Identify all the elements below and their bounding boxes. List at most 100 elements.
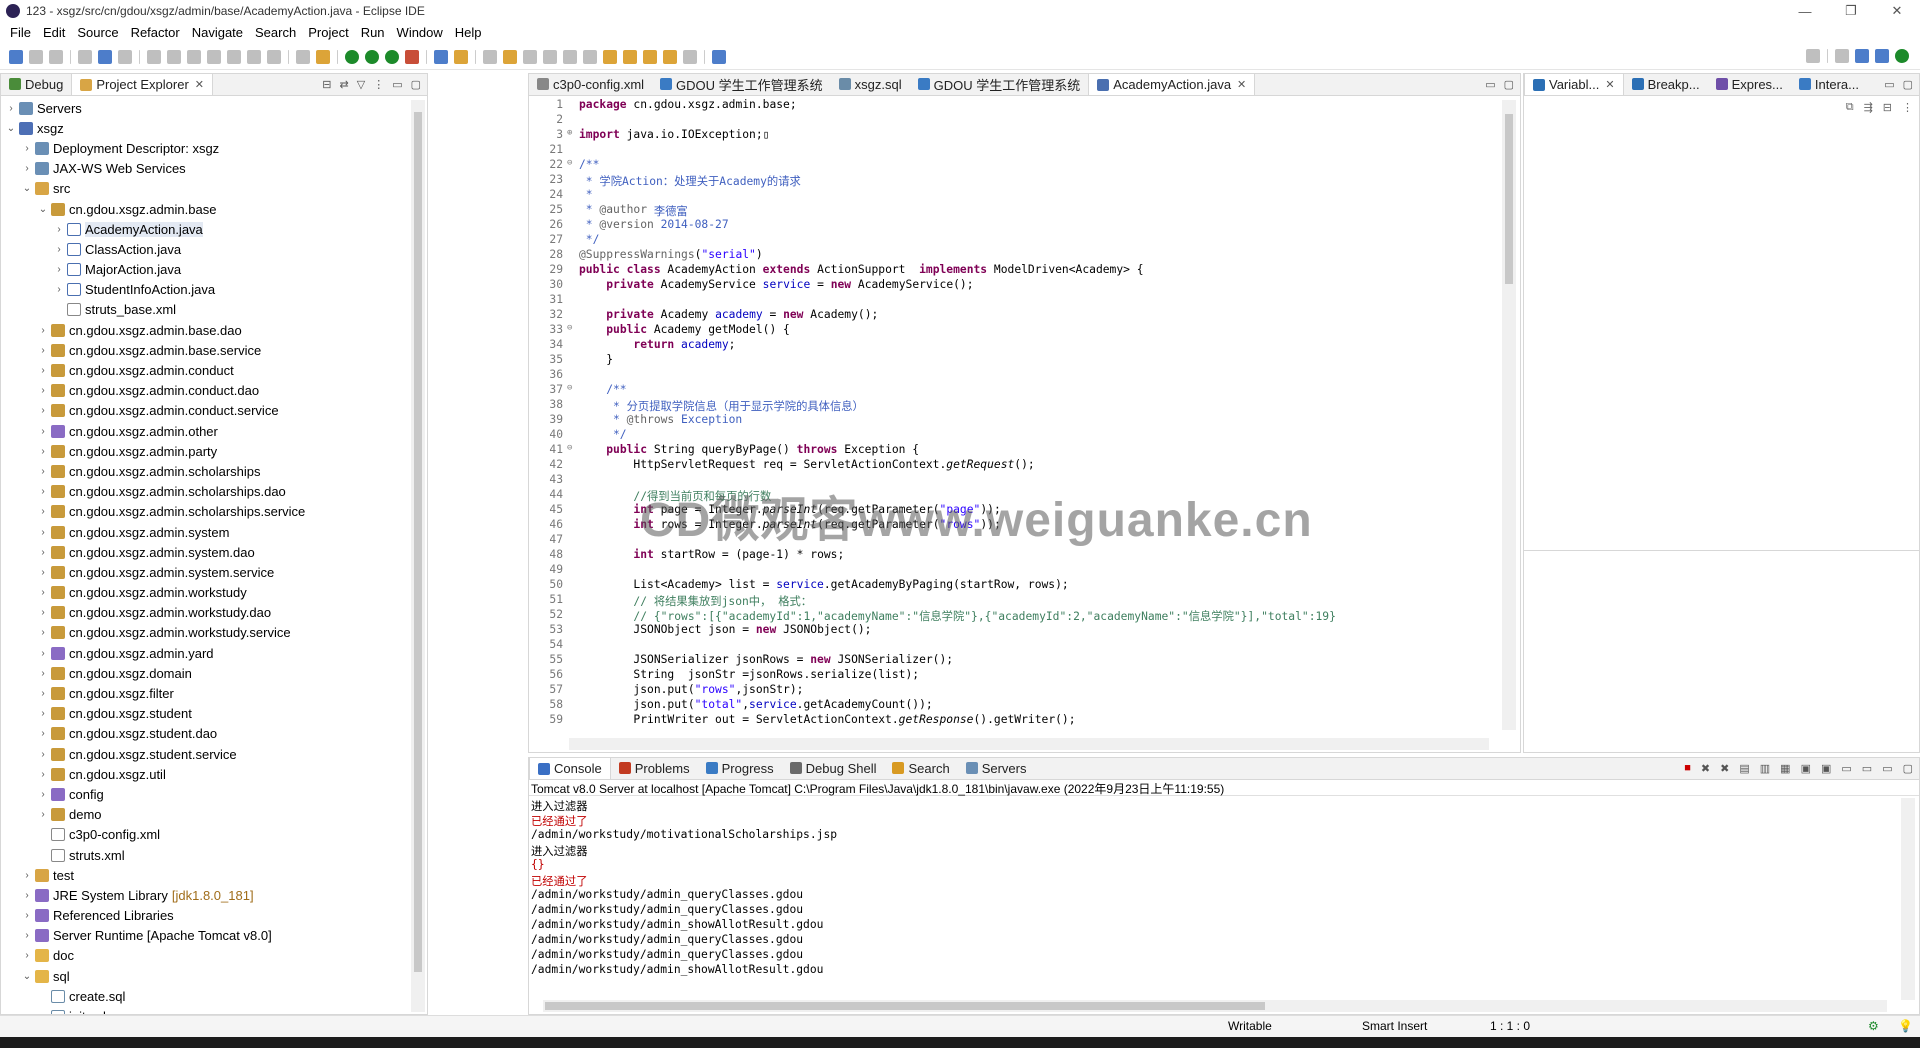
pin-editor-icon[interactable]	[712, 49, 726, 64]
chevron-right-icon[interactable]: ›	[37, 426, 49, 437]
tree-item[interactable]: › cn.gdou.xsgz.domain	[1, 663, 411, 683]
chevron-right-icon[interactable]: ›	[21, 163, 33, 174]
collapse-all-icon[interactable]: ⊟	[322, 78, 331, 91]
remove-all-icon[interactable]: ✖	[1720, 762, 1729, 775]
tree-item[interactable]: ⌄ cn.gdou.xsgz.admin.base	[1, 199, 411, 219]
chevron-right-icon[interactable]: ›	[37, 385, 49, 396]
chevron-right-icon[interactable]: ›	[37, 547, 49, 558]
tree-item[interactable]: › cn.gdou.xsgz.admin.other	[1, 421, 411, 441]
use-step-filters-icon[interactable]	[316, 49, 330, 64]
toggle-block-selection-icon[interactable]	[523, 49, 537, 64]
menu-search[interactable]: Search	[249, 25, 302, 40]
tree-item[interactable]: › JAX-WS Web Services	[1, 159, 411, 179]
tree-item[interactable]: › cn.gdou.xsgz.student.dao	[1, 724, 411, 744]
menu-refactor[interactable]: Refactor	[125, 25, 186, 40]
step-over-icon[interactable]	[247, 49, 261, 64]
tab-variables[interactable]: Variabl... ✕	[1524, 73, 1624, 95]
tree-item[interactable]: › Server Runtime [Apache Tomcat v8.0]	[1, 926, 411, 946]
maximize-icon[interactable]: ❐	[1828, 0, 1874, 22]
menu-window[interactable]: Window	[391, 25, 449, 40]
terminal-icon[interactable]	[98, 49, 112, 64]
toggle-mark-occurrences-icon[interactable]	[503, 49, 517, 64]
debug-icon[interactable]	[345, 49, 359, 64]
console-tab[interactable]: Console	[529, 757, 611, 779]
tree-item[interactable]: › cn.gdou.xsgz.admin.party	[1, 441, 411, 461]
open-type-icon[interactable]	[483, 49, 497, 64]
menu-run[interactable]: Run	[355, 25, 391, 40]
chevron-right-icon[interactable]: ›	[37, 769, 49, 780]
tree-item[interactable]: › config	[1, 784, 411, 804]
tree-item[interactable]: › test	[1, 865, 411, 885]
chevron-right-icon[interactable]: ›	[21, 143, 33, 154]
tree-item[interactable]: › cn.gdou.xsgz.admin.workstudy.service	[1, 623, 411, 643]
external-tools-icon[interactable]	[405, 49, 419, 64]
tree-item[interactable]: › cn.gdou.xsgz.admin.system	[1, 522, 411, 542]
back-icon[interactable]	[663, 49, 677, 64]
tree-item[interactable]: create.sql	[1, 986, 411, 1006]
chevron-right-icon[interactable]: ›	[37, 325, 49, 336]
forward-icon[interactable]	[683, 49, 697, 64]
chevron-right-icon[interactable]: ›	[37, 446, 49, 457]
tree-item[interactable]: ⌄ sql	[1, 966, 411, 986]
tree-item[interactable]: › cn.gdou.xsgz.admin.system.dao	[1, 542, 411, 562]
tree-item[interactable]: struts.xml	[1, 845, 411, 865]
remove-launch-icon[interactable]: ✖	[1701, 762, 1710, 775]
close-icon[interactable]: ✕	[1237, 78, 1246, 91]
open-console-icon[interactable]: ▭	[1862, 762, 1872, 775]
collapse-all-icon[interactable]: ⊟	[1883, 101, 1892, 114]
tree-item[interactable]: › StudentInfoAction.java	[1, 280, 411, 300]
tree-item[interactable]: › Referenced Libraries	[1, 906, 411, 926]
tree-item[interactable]: › ClassAction.java	[1, 239, 411, 259]
chevron-right-icon[interactable]: ›	[37, 749, 49, 760]
menu-file[interactable]: File	[4, 25, 37, 40]
chevron-right-icon[interactable]: ›	[37, 405, 49, 416]
new-java-project-icon[interactable]	[434, 49, 448, 64]
show-whitespace-icon[interactable]	[543, 49, 557, 64]
search-icon[interactable]	[1806, 49, 1820, 63]
tree-item[interactable]: struts_base.xml	[1, 300, 411, 320]
chevron-right-icon[interactable]: ›	[37, 668, 49, 679]
fold-marker-icon[interactable]: ⊖	[567, 383, 579, 398]
tree-item[interactable]: › cn.gdou.xsgz.admin.system.service	[1, 562, 411, 582]
maximize-icon[interactable]: ▢	[1903, 762, 1913, 775]
chevron-right-icon[interactable]: ›	[37, 648, 49, 659]
tree-item[interactable]: › Deployment Descriptor: xsgz	[1, 138, 411, 158]
tree-item[interactable]: › cn.gdou.xsgz.student.service	[1, 744, 411, 764]
close-icon[interactable]: ✕	[1605, 78, 1614, 91]
editor-vertical-scrollbar[interactable]	[1502, 100, 1516, 730]
chevron-right-icon[interactable]: ›	[53, 244, 65, 255]
scroll-lock-icon[interactable]: ▥	[1760, 762, 1770, 775]
suspend-icon[interactable]	[167, 49, 181, 64]
tree-item[interactable]: ⌄ xsgz	[1, 118, 411, 138]
tree-item[interactable]: › cn.gdou.xsgz.admin.yard	[1, 643, 411, 663]
tab-project-explorer[interactable]: Project Explorer ✕	[71, 73, 214, 95]
console-vertical-scrollbar[interactable]	[1901, 798, 1915, 1000]
chevron-right-icon[interactable]: ›	[53, 264, 65, 275]
tree-item[interactable]: › cn.gdou.xsgz.filter	[1, 683, 411, 703]
drop-to-frame-icon[interactable]	[296, 49, 310, 64]
tree-item[interactable]: › cn.gdou.xsgz.admin.workstudy.dao	[1, 603, 411, 623]
tree-item[interactable]: › cn.gdou.xsgz.admin.base.dao	[1, 320, 411, 340]
menu-help[interactable]: Help	[449, 25, 488, 40]
chevron-down-icon[interactable]: ⌄	[21, 183, 33, 194]
minimize-icon[interactable]: ▭	[1884, 78, 1894, 91]
editor-tab[interactable]: GDOU 学生工作管理系统	[652, 73, 831, 95]
fold-marker-icon[interactable]: ⊖	[567, 443, 579, 458]
chevron-right-icon[interactable]: ›	[37, 789, 49, 800]
console-horizontal-scrollbar[interactable]	[543, 1000, 1887, 1012]
chevron-right-icon[interactable]: ›	[37, 486, 49, 497]
open-perspective-icon[interactable]	[1835, 49, 1849, 63]
step-into-icon[interactable]	[227, 49, 241, 64]
code-editor[interactable]: 1 package cn.gdou.xsgz.admin.base; 2 3 ⊕ impo…	[529, 98, 1499, 730]
minimize-icon[interactable]: —	[1782, 0, 1828, 22]
prev-annotation-icon[interactable]	[623, 49, 637, 64]
chevron-right-icon[interactable]: ›	[37, 506, 49, 517]
show-type-names-icon[interactable]: ⧉	[1846, 101, 1854, 114]
view-menu-icon[interactable]: ⋮	[1902, 101, 1913, 114]
menu-edit[interactable]: Edit	[37, 25, 71, 40]
tree-item[interactable]: › JRE System Library [jdk1.8.0_181]	[1, 885, 411, 905]
editor-tab[interactable]: GDOU 学生工作管理系统	[910, 73, 1089, 95]
tree-item[interactable]: init.sql	[1, 1006, 411, 1014]
chevron-right-icon[interactable]: ›	[37, 527, 49, 538]
chevron-down-icon[interactable]: ⌄	[21, 971, 33, 982]
